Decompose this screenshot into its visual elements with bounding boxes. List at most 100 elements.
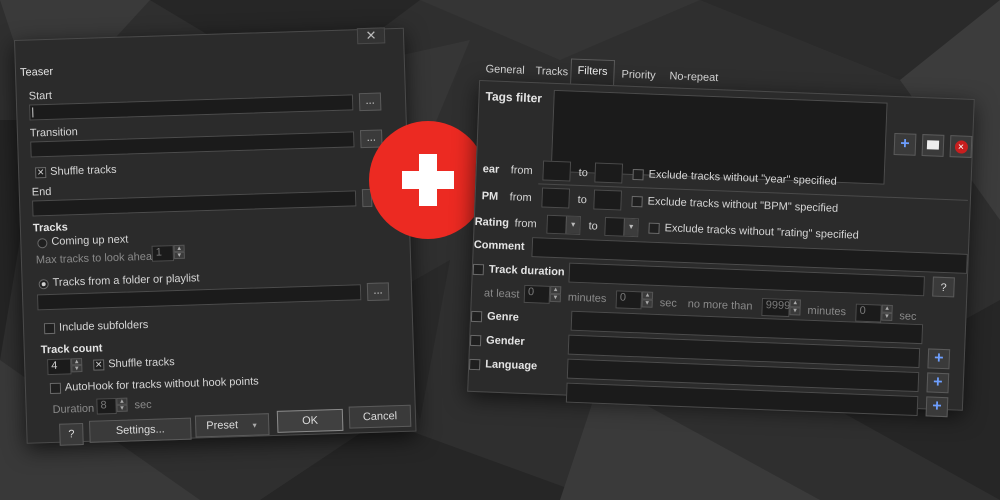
folder-browse-button[interactable]: ... [366,282,390,302]
add-gender-button[interactable]: + [927,348,951,370]
filters-panel-wrap: General Tracks Filters Priority No-repea… [466,58,979,437]
track-duration-help-button[interactable]: ? [932,276,955,298]
min-minutes-unit: minutes [567,291,607,306]
chevron-down-icon: ▼ [251,422,259,430]
min-sec-stepper[interactable]: 0 ▲ ▼ [615,290,654,310]
tracks-from-folder-label: Tracks from a folder or playlist [52,272,200,289]
plus-icon: + [931,397,942,415]
year-from-label: from [510,164,533,178]
shuffle-tracks-2-checkbox[interactable]: ✕ [93,359,105,371]
track-count-section-title: Track count [40,342,103,357]
cancel-button[interactable]: Cancel [348,404,412,429]
shuffle-tracks-2-label: Shuffle tracks [108,356,175,371]
track-count-stepper[interactable]: 4 ▲ ▼ [47,358,83,376]
bpm-from-field[interactable] [541,187,571,209]
teaser-dialog: Teaser ✕ Start ... Transition ... ✕ Shuf… [14,27,417,446]
max-minutes-unit: minutes [807,304,847,319]
exclude-rating-checkbox[interactable] [648,222,660,235]
help-button[interactable]: ? [59,423,84,446]
bpm-to-field[interactable] [593,189,623,211]
exclude-year-checkbox[interactable] [632,168,644,181]
ok-button[interactable]: OK [276,408,344,433]
include-subfolders-label: Include subfolders [58,318,149,334]
close-icon: ✕ [365,27,377,43]
plus-badge [369,121,487,239]
tab-tracks[interactable]: Tracks [529,60,574,84]
year-to-label: to [578,166,589,180]
tab-general[interactable]: General [479,58,531,82]
exclude-bpm-label: Exclude tracks without "BPM" specified [647,195,839,215]
delete-icon: ✕ [954,140,968,154]
folder-field[interactable] [37,284,362,311]
folder-tag-button[interactable] [921,134,945,157]
shuffle-tracks-label: Shuffle tracks [49,163,117,178]
add-tag-button[interactable]: + [893,132,917,156]
include-subfolders-checkbox[interactable] [43,322,56,335]
rating-from-label: from [514,217,537,231]
max-tracks-stepper[interactable]: 1 ▲ ▼ [151,244,185,262]
min-sec-unit: sec [659,297,678,310]
tab-filters[interactable]: Filters [570,58,615,86]
autohook-label: AutoHook for tracks without hook points [64,375,259,394]
duration-unit: sec [134,398,152,412]
transition-label: Transition [29,126,79,140]
coming-up-next-label: Coming up next [51,233,129,248]
end-label: End [31,185,52,199]
add-language-button[interactable]: + [926,372,950,394]
track-duration-label: Track duration [488,263,565,279]
chevron-down-icon: ▼ [623,218,638,237]
folder-icon [926,140,940,150]
max-sec-value: 0 [859,304,866,317]
tracks-from-folder-radio[interactable] [38,279,49,290]
max-sec-unit: sec [899,310,917,323]
max-minutes-stepper[interactable]: 9999 ▲ ▼ [761,298,801,318]
at-least-label: at least [483,287,520,301]
coming-up-next-radio[interactable] [37,238,48,249]
duration-value: 8 [100,399,107,412]
plus-icon: + [900,135,911,153]
start-browse-button[interactable]: ... [358,92,382,112]
bpm-from-label: from [509,191,532,205]
max-tracks-label: Max tracks to look ahead [35,250,159,267]
settings-button[interactable]: Settings... [88,417,192,443]
rating-to-select[interactable]: ▼ [604,216,639,238]
tags-filter-label: Tags filter [485,89,543,106]
comment-label: Comment [473,238,525,253]
language-label: Language [485,358,538,373]
exclude-rating-label: Exclude tracks without "rating" specifie… [664,222,859,242]
year-from-field[interactable] [542,160,572,182]
max-sec-stepper[interactable]: 0 ▲ ▼ [855,303,893,323]
transition-field[interactable] [30,131,355,158]
max-tracks-value: 1 [155,246,163,259]
rating-to-label: to [588,220,599,233]
add-extra-button[interactable]: + [925,396,949,418]
delete-tag-button[interactable]: ✕ [949,135,973,158]
rating-from-select[interactable]: ▼ [546,214,582,235]
end-field[interactable] [32,190,357,217]
genre-checkbox[interactable] [470,310,483,323]
bpm-to-label: to [577,193,588,207]
tab-no-repeat[interactable]: No-repeat [663,65,725,89]
genre-label: Genre [486,310,520,324]
year-to-field[interactable] [594,162,624,184]
exclude-bpm-checkbox[interactable] [631,195,643,208]
year-label: ear [482,163,500,176]
tab-priority[interactable]: Priority [615,63,662,87]
max-minutes-value: 9999 [765,299,791,313]
bpm-label: PM [481,190,499,203]
tracks-section-title: Tracks [32,221,68,235]
min-minutes-stepper[interactable]: 0 ▲ ▼ [523,284,562,304]
duration-label: Duration [52,402,95,416]
preset-button[interactable]: Preset ▼ [194,413,270,438]
track-duration-checkbox[interactable] [472,263,485,276]
autohook-checkbox[interactable] [49,382,62,395]
close-button[interactable]: ✕ [356,27,386,45]
min-minutes-value: 0 [527,286,535,299]
gender-checkbox[interactable] [469,334,482,347]
chevron-down-icon: ▼ [565,216,580,234]
dialog-title: Teaser [19,65,54,79]
language-checkbox[interactable] [469,358,481,371]
start-field[interactable] [29,94,354,121]
duration-stepper[interactable]: 8 ▲ ▼ [96,397,128,415]
shuffle-tracks-checkbox[interactable]: ✕ [35,167,47,179]
